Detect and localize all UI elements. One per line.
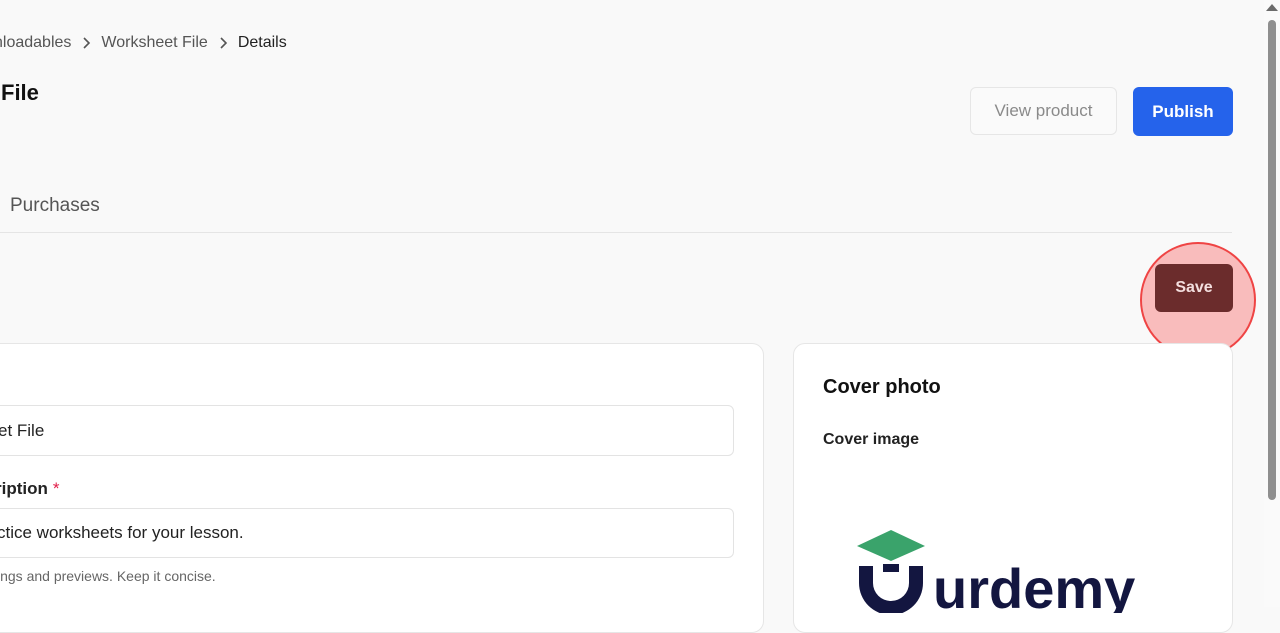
breadcrumb: nloadables Worksheet File Details (0, 33, 287, 53)
cover-image[interactable]: urdemy (853, 528, 1173, 620)
breadcrumb-item-details: Details (237, 34, 287, 51)
description-help-text: ings and previews. Keep it concise. (0, 568, 216, 584)
breadcrumb-item-downloadables[interactable]: nloadables (0, 34, 71, 52)
logo: urdemy (857, 530, 1135, 620)
name-input[interactable]: et File (0, 405, 734, 456)
logo-text: urdemy (933, 557, 1135, 613)
tab-purchases[interactable]: Purchases (10, 195, 100, 217)
view-product-button[interactable]: View product (970, 87, 1117, 135)
chevron-right-icon (208, 37, 238, 49)
scroll-up-icon[interactable] (1266, 4, 1278, 11)
description-input[interactable]: ctice worksheets for your lesson. (0, 508, 734, 558)
details-card (0, 343, 764, 633)
breadcrumb-item-worksheet-file[interactable]: Worksheet File (101, 34, 207, 52)
description-label-text: ription (0, 479, 48, 498)
scrollbar-thumb[interactable] (1268, 20, 1276, 500)
required-mark: * (52, 479, 60, 498)
cover-image-label: Cover image (823, 431, 920, 448)
chevron-right-icon (71, 37, 101, 49)
tabs-divider (0, 232, 1232, 233)
publish-button[interactable]: Publish (1133, 87, 1233, 136)
page-title: File (1, 80, 39, 105)
cover-photo-title: Cover photo (823, 376, 941, 398)
save-button[interactable]: Save (1155, 264, 1233, 312)
description-label: ription * (0, 479, 60, 499)
